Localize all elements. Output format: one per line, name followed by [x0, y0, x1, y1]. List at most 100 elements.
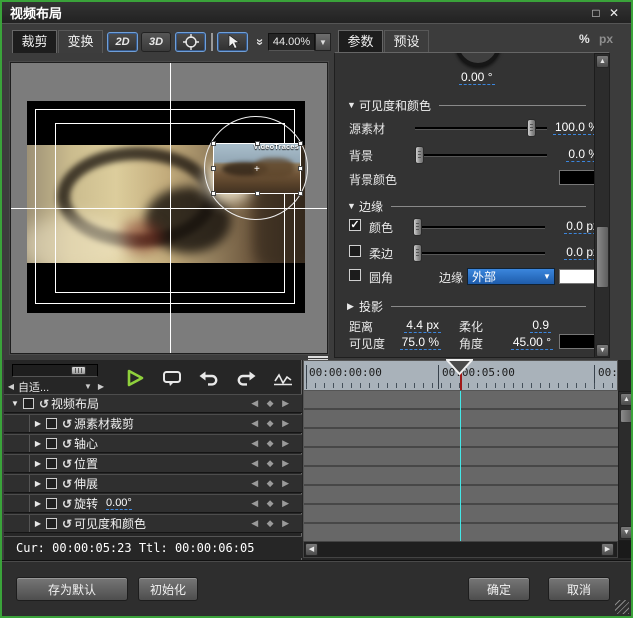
track-row-crop[interactable]: ▶ ↺ 源素材裁剪 ◀ ◆ ▶ [4, 414, 302, 433]
tab-presets[interactable]: 预设 [384, 30, 429, 53]
scroll-down-icon[interactable]: ▼ [596, 344, 609, 357]
keyframe-nav[interactable]: ◀ ◆ ▶ [251, 518, 292, 529]
track-row-root[interactable]: ▼ ↺ 视频布局 ◀ ◆ ▶ [4, 394, 302, 413]
resize-handle-w[interactable] [211, 166, 216, 171]
track-checkbox[interactable] [46, 518, 57, 529]
expand-arrow-icon[interactable]: ▶ [33, 519, 43, 528]
keyframe-nav[interactable]: ◀ ◆ ▶ [251, 478, 292, 489]
prev-keyframe-icon[interactable]: ◀ [6, 382, 16, 391]
collapse-arrow-icon[interactable]: ▼ [347, 100, 359, 110]
track-row-position[interactable]: ▶ ↺ 位置 ◀ ◆ ▶ [4, 454, 302, 473]
track-checkbox[interactable] [46, 478, 57, 489]
rotation-dial[interactable] [455, 52, 501, 67]
unit-percent-button[interactable]: % [579, 32, 590, 46]
track-reset-icon[interactable]: ↺ [60, 457, 74, 471]
timeline-hscrollbar[interactable]: ◀ ▶ [303, 541, 618, 558]
shadow-visibility-value[interactable]: 75.0 % [400, 335, 441, 350]
overlay-clip-selection[interactable]: VideoTraces + [213, 143, 301, 194]
resize-handle-ne[interactable] [298, 141, 303, 146]
resize-handle-nw[interactable] [211, 141, 216, 146]
expand-arrow-icon[interactable]: ▶ [33, 419, 43, 428]
track-checkbox[interactable] [46, 438, 57, 449]
preview-canvas[interactable]: VideoTraces + [10, 62, 328, 354]
maximize-icon[interactable]: □ [587, 5, 605, 21]
close-icon[interactable]: ✕ [605, 5, 623, 21]
center-target-button[interactable] [175, 32, 206, 52]
track-reset-icon[interactable]: ↺ [60, 497, 74, 511]
section-edge[interactable]: ▼ 边缘 ↺ [335, 199, 610, 213]
track-row-pivot[interactable]: ▶ ↺ 轴心 ◀ ◆ ▶ [4, 434, 302, 453]
undo-button[interactable] [196, 366, 222, 390]
tab-crop[interactable]: 裁剪 [12, 30, 57, 53]
tab-parameters[interactable]: 参数 [338, 30, 383, 53]
chevron-more-icon[interactable]: » [248, 35, 268, 49]
scroll-up-icon[interactable]: ▲ [596, 55, 609, 68]
rounded-corner-checkbox[interactable] [349, 269, 361, 281]
expand-arrow-icon[interactable]: ▶ [33, 479, 43, 488]
resize-handle-sw[interactable] [211, 191, 216, 196]
edge-color-slider[interactable] [413, 218, 545, 236]
resize-handle-n[interactable] [255, 141, 260, 146]
section-visibility-color[interactable]: ▼ 可见度和颜色 ↺ [335, 98, 610, 112]
track-row-stretch[interactable]: ▶ ↺ 伸展 ◀ ◆ ▶ [4, 474, 302, 493]
track-checkbox[interactable] [46, 418, 57, 429]
track-checkbox[interactable] [46, 458, 57, 469]
scroll-down-icon[interactable]: ▼ [620, 526, 633, 539]
track-row-rotation[interactable]: ▶ ↺ 旋转 0.00° ◀ ◆ ▶ [4, 494, 302, 513]
zoom-dropdown-icon[interactable]: ▼ [315, 33, 331, 51]
redo-button[interactable] [233, 366, 259, 390]
expand-arrow-icon[interactable]: ▶ [33, 459, 43, 468]
expand-arrow-icon[interactable]: ▶ [33, 499, 43, 508]
timeline-vscrollbar[interactable]: ▲ ▼ [618, 391, 633, 541]
resize-handle-e[interactable] [298, 166, 303, 171]
track-reset-icon[interactable]: ↺ [60, 517, 74, 531]
track-reset-icon[interactable]: ↺ [60, 417, 74, 431]
keyframe-nav[interactable]: ◀ ◆ ▶ [251, 398, 292, 409]
parameters-scrollbar[interactable]: ▲ ▼ [594, 53, 610, 358]
edge-type-dropdown[interactable]: 外部 ▼ [467, 268, 555, 285]
keyframe-nav[interactable]: ◀ ◆ ▶ [251, 498, 292, 509]
zoom-level-value[interactable]: 44.00% [268, 33, 315, 51]
track-checkbox[interactable] [23, 398, 34, 409]
playhead-handle[interactable] [446, 359, 473, 375]
rotation-track-value[interactable]: 0.00° [106, 497, 132, 510]
scroll-left-icon[interactable]: ◀ [305, 543, 318, 556]
resize-handle-s[interactable] [255, 191, 260, 196]
scrollbar-thumb[interactable] [620, 409, 633, 423]
keyframe-nav[interactable]: ◀ ◆ ▶ [251, 458, 292, 469]
section-shadow[interactable]: ▶ 投影 ↺ [335, 299, 610, 313]
mode-3d-button[interactable]: 3D [141, 32, 171, 52]
resize-handle-se[interactable] [298, 191, 303, 196]
collapse-arrow-icon[interactable]: ▼ [10, 399, 20, 408]
scrollbar-thumb[interactable] [596, 226, 609, 288]
unit-px-button[interactable]: px [599, 32, 613, 46]
track-checkbox[interactable] [46, 498, 57, 509]
rotation-value[interactable]: 0.00 ° [459, 70, 495, 85]
ok-button[interactable]: 确定 [468, 577, 530, 601]
cancel-button[interactable]: 取消 [548, 577, 610, 601]
expand-arrow-icon[interactable]: ▶ [347, 301, 359, 312]
next-keyframe-icon[interactable]: ▶ [96, 382, 106, 391]
resize-grip[interactable] [615, 600, 629, 614]
shadow-soften-value[interactable]: 0.9 [530, 318, 551, 333]
track-row-visibility[interactable]: ▶ ↺ 可见度和颜色 ◀ ◆ ▶ [4, 514, 302, 533]
keyframe-nav[interactable]: ◀ ◆ ▶ [251, 418, 292, 429]
select-tool-button[interactable] [217, 32, 248, 52]
edge-color-checkbox[interactable]: ✓ [349, 219, 361, 231]
scroll-up-icon[interactable]: ▲ [620, 393, 633, 406]
background-opacity-slider[interactable] [415, 146, 547, 164]
expand-arrow-icon[interactable]: ▶ [33, 439, 43, 448]
source-opacity-slider[interactable] [415, 119, 547, 137]
play-button[interactable] [122, 366, 148, 390]
initialize-button[interactable]: 初始化 [138, 577, 198, 601]
shadow-angle-value[interactable]: 45.00 ° [511, 335, 553, 350]
scroll-right-icon[interactable]: ▶ [601, 543, 614, 556]
shadow-distance-value[interactable]: 4.4 px [404, 318, 441, 333]
keyframe-lanes[interactable] [303, 391, 618, 541]
preset-dropdown[interactable]: 自适... ▼ [16, 379, 96, 395]
track-reset-icon[interactable]: ↺ [60, 437, 74, 451]
comment-button[interactable] [159, 366, 185, 390]
keyframe-nav[interactable]: ◀ ◆ ▶ [251, 438, 292, 449]
mode-2d-button[interactable]: 2D [107, 32, 138, 52]
save-as-default-button[interactable]: 存为默认 [16, 577, 128, 601]
